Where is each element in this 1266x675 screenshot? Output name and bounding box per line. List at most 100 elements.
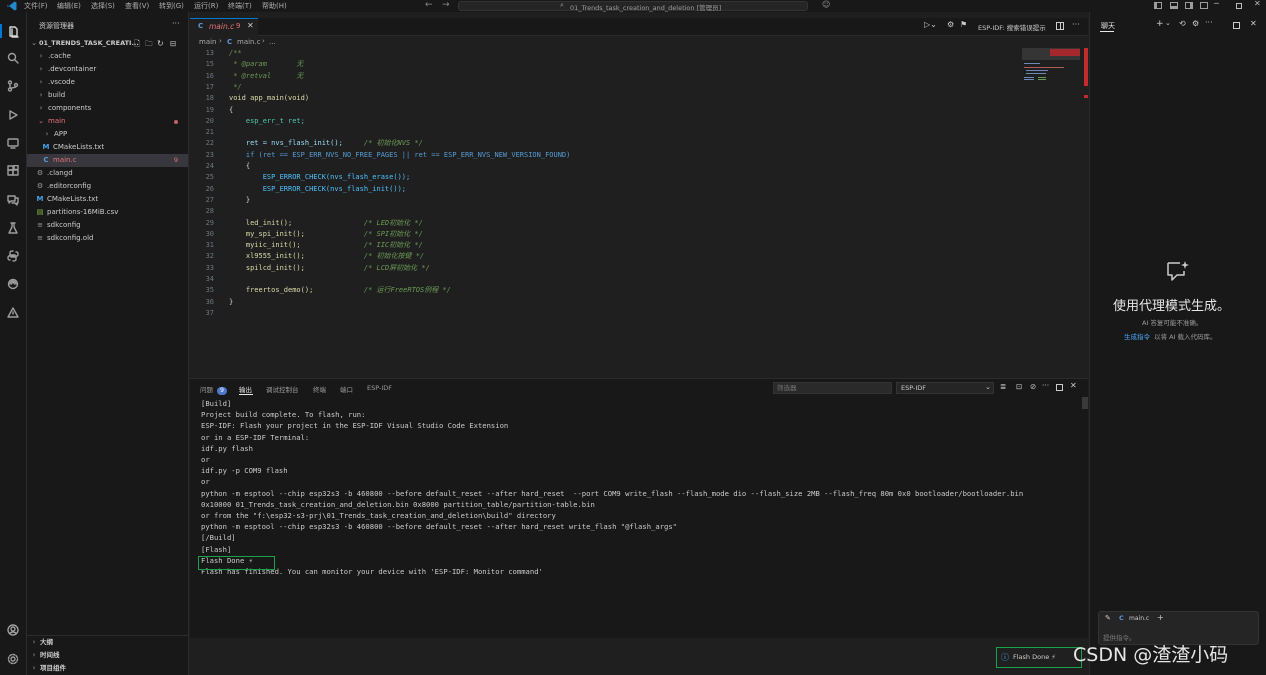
esp-idf-action-icon[interactable]: ⚑ <box>960 20 967 29</box>
tree-item-editorconfig[interactable]: ⚙ .editorconfig <box>27 180 188 193</box>
menu-edit[interactable]: 编辑(E) <box>57 1 81 11</box>
settings-gear-icon[interactable] <box>7 653 19 665</box>
tree-item-vscode[interactable]: › .vscode <box>27 76 188 89</box>
project-components-section[interactable]: › 项目组件 <box>27 662 188 675</box>
output-filter-input[interactable] <box>773 382 892 394</box>
back-arrow-icon[interactable]: ← <box>425 0 433 10</box>
breadcrumb-file[interactable]: main.c <box>237 38 261 46</box>
close-panel-icon[interactable]: ✕ <box>1070 381 1077 390</box>
code-editor[interactable]: 13/** 15 * @param 无 16 * @retval 无 17 */18 v… <box>190 48 1088 378</box>
word-wrap-icon[interactable]: ≣ <box>1000 382 1006 391</box>
python-icon[interactable] <box>7 250 19 262</box>
maximize-icon[interactable] <box>1236 3 1242 9</box>
command-center-search[interactable]: ⌕ 01_Trends_task_creation_and_deletion [… <box>458 1 808 12</box>
minimap[interactable] <box>1022 48 1080 88</box>
esp-idf-icon[interactable] <box>7 307 19 319</box>
flash-done-notification[interactable]: ⓘ Flash Done ⚡ <box>996 647 1082 668</box>
tree-item-clangd[interactable]: ⚙ .clangd <box>27 167 188 180</box>
forward-arrow-icon[interactable]: → <box>442 0 450 10</box>
timeline-section[interactable]: › 时间线 <box>27 649 188 662</box>
cmake-file-icon: M <box>36 195 44 203</box>
toggle-panel-icon[interactable] <box>1170 2 1178 9</box>
close-window-icon[interactable]: ✕ <box>1254 0 1261 8</box>
new-chat-icon[interactable]: + <box>1156 19 1164 29</box>
search-view-icon[interactable] <box>7 52 19 64</box>
breadcrumb-folder[interactable]: main <box>199 38 217 46</box>
tree-item-components[interactable]: › components <box>27 102 188 115</box>
tab-main-c[interactable]: C main.c 9 ✕ <box>190 18 258 36</box>
chat-bubbles-icon[interactable] <box>7 194 19 206</box>
editor-more-icon[interactable]: ··· <box>1072 20 1080 29</box>
tab-esp-idf[interactable]: ESP-IDF <box>367 384 392 392</box>
chevron-down-icon[interactable]: ⌄ <box>1165 19 1171 27</box>
clear-output-icon[interactable]: ⊘ <box>1030 382 1036 391</box>
attach-paperclip-icon[interactable]: ✎ <box>1105 614 1111 622</box>
chat-title[interactable]: 聊天 <box>1101 21 1115 31</box>
tab-debug-console[interactable]: 调试控制台 <box>266 384 299 394</box>
tree-item-cache[interactable]: › .cache <box>27 50 188 63</box>
tree-item-main-cmakelists[interactable]: M CMakeLists.txt <box>27 141 188 154</box>
extensions-icon[interactable] <box>7 165 19 177</box>
tab-ports[interactable]: 端口 <box>340 384 353 394</box>
testing-flask-icon[interactable] <box>7 222 19 234</box>
outline-section[interactable]: › 大纲 <box>27 636 188 649</box>
tree-item-root-cmakelists[interactable]: M CMakeLists.txt <box>27 193 188 206</box>
tree-item-build[interactable]: › build <box>27 89 188 102</box>
tree-item-sdkconfig[interactable]: ≡ sdkconfig <box>27 219 188 232</box>
lock-scroll-icon[interactable]: ⊡ <box>1016 382 1022 391</box>
maximize-panel-icon[interactable] <box>1056 384 1063 391</box>
esp-idf-search-error-button[interactable]: ESP-IDF: 搜索错误提示 <box>978 22 1046 32</box>
minimize-icon[interactable]: ─ <box>1214 0 1219 8</box>
run-dropdown-icon[interactable]: ▷⌄ <box>924 20 937 29</box>
code-text: esp_err_t ret; <box>229 116 305 125</box>
tree-item-app[interactable]: › APP <box>27 128 188 141</box>
workspace-root[interactable]: ⌄ 01_TRENDS_TASK_CREATI... 🗋 🗀 ↻ ⊟ <box>27 37 188 50</box>
refresh-icon[interactable]: ↻ <box>157 37 164 50</box>
customize-layout-icon[interactable] <box>1200 2 1208 9</box>
esp-idf-explorer-icon[interactable] <box>7 278 19 290</box>
explorer-files-icon[interactable] <box>7 26 19 38</box>
tree-item-devcontainer[interactable]: › .devcontainer <box>27 63 188 76</box>
tree-item-sdkconfig-old[interactable]: ≡ sdkconfig.old <box>27 232 188 245</box>
tree-item-main-c[interactable]: C main.c 9 <box>27 154 188 167</box>
remote-explorer-icon[interactable] <box>7 137 19 149</box>
toggle-primary-sidebar-icon[interactable] <box>1154 2 1162 9</box>
maximize-chat-icon[interactable] <box>1233 22 1240 29</box>
history-icon[interactable]: ⟲ <box>1179 19 1186 28</box>
explorer-more-button[interactable]: ··· <box>172 19 180 28</box>
tab-problems[interactable]: 问题 9 <box>200 384 227 395</box>
tab-close-icon[interactable]: ✕ <box>247 21 254 30</box>
toggle-secondary-sidebar-icon[interactable] <box>1185 2 1193 9</box>
menu-help[interactable]: 帮助(H) <box>262 1 287 11</box>
menu-view[interactable]: 查看(V) <box>125 1 149 11</box>
tab-output[interactable]: 输出 <box>239 384 253 395</box>
menu-selection[interactable]: 选择(S) <box>91 1 115 11</box>
tab-terminal[interactable]: 终端 <box>313 384 326 394</box>
tree-item-main-folder[interactable]: ⌄ main <box>27 115 188 128</box>
new-folder-icon[interactable]: 🗀 <box>145 37 153 50</box>
generate-instructions-link[interactable]: 生成指令 <box>1124 331 1150 341</box>
panel-scrollbar[interactable] <box>1082 397 1088 409</box>
tree-item-partitions[interactable]: ▤ partitions-16MiB.csv <box>27 206 188 219</box>
panel-more-icon[interactable]: ··· <box>1042 381 1049 390</box>
menu-terminal[interactable]: 终端(T) <box>228 1 252 11</box>
source-control-icon[interactable] <box>7 80 19 92</box>
menu-file[interactable]: 文件(F) <box>24 1 48 11</box>
chat-settings-icon[interactable]: ⚙ <box>1192 19 1199 28</box>
new-file-icon[interactable]: 🗋 <box>134 37 140 50</box>
split-editor-icon[interactable] <box>1056 22 1064 30</box>
add-context-icon[interactable]: + <box>1157 613 1164 622</box>
account-icon[interactable] <box>7 624 19 636</box>
breadcrumb-symbol[interactable]: ... <box>269 38 276 46</box>
chat-title-underline <box>1100 31 1114 32</box>
close-chat-icon[interactable]: ✕ <box>1250 19 1257 28</box>
copilot-icon[interactable]: ☺ <box>822 0 830 9</box>
editor-gear-icon[interactable]: ⚙ <box>947 20 954 29</box>
run-debug-icon[interactable] <box>7 109 19 121</box>
menu-run[interactable]: 运行(R) <box>194 1 218 11</box>
output-channel-select[interactable]: ESP-IDF ⌄ <box>896 382 994 394</box>
chat-more-icon[interactable]: ··· <box>1205 18 1213 27</box>
menu-go[interactable]: 转到(G) <box>159 1 184 11</box>
collapse-all-icon[interactable]: ⊟ <box>170 37 176 50</box>
code-line: 36} <box>190 297 1020 308</box>
